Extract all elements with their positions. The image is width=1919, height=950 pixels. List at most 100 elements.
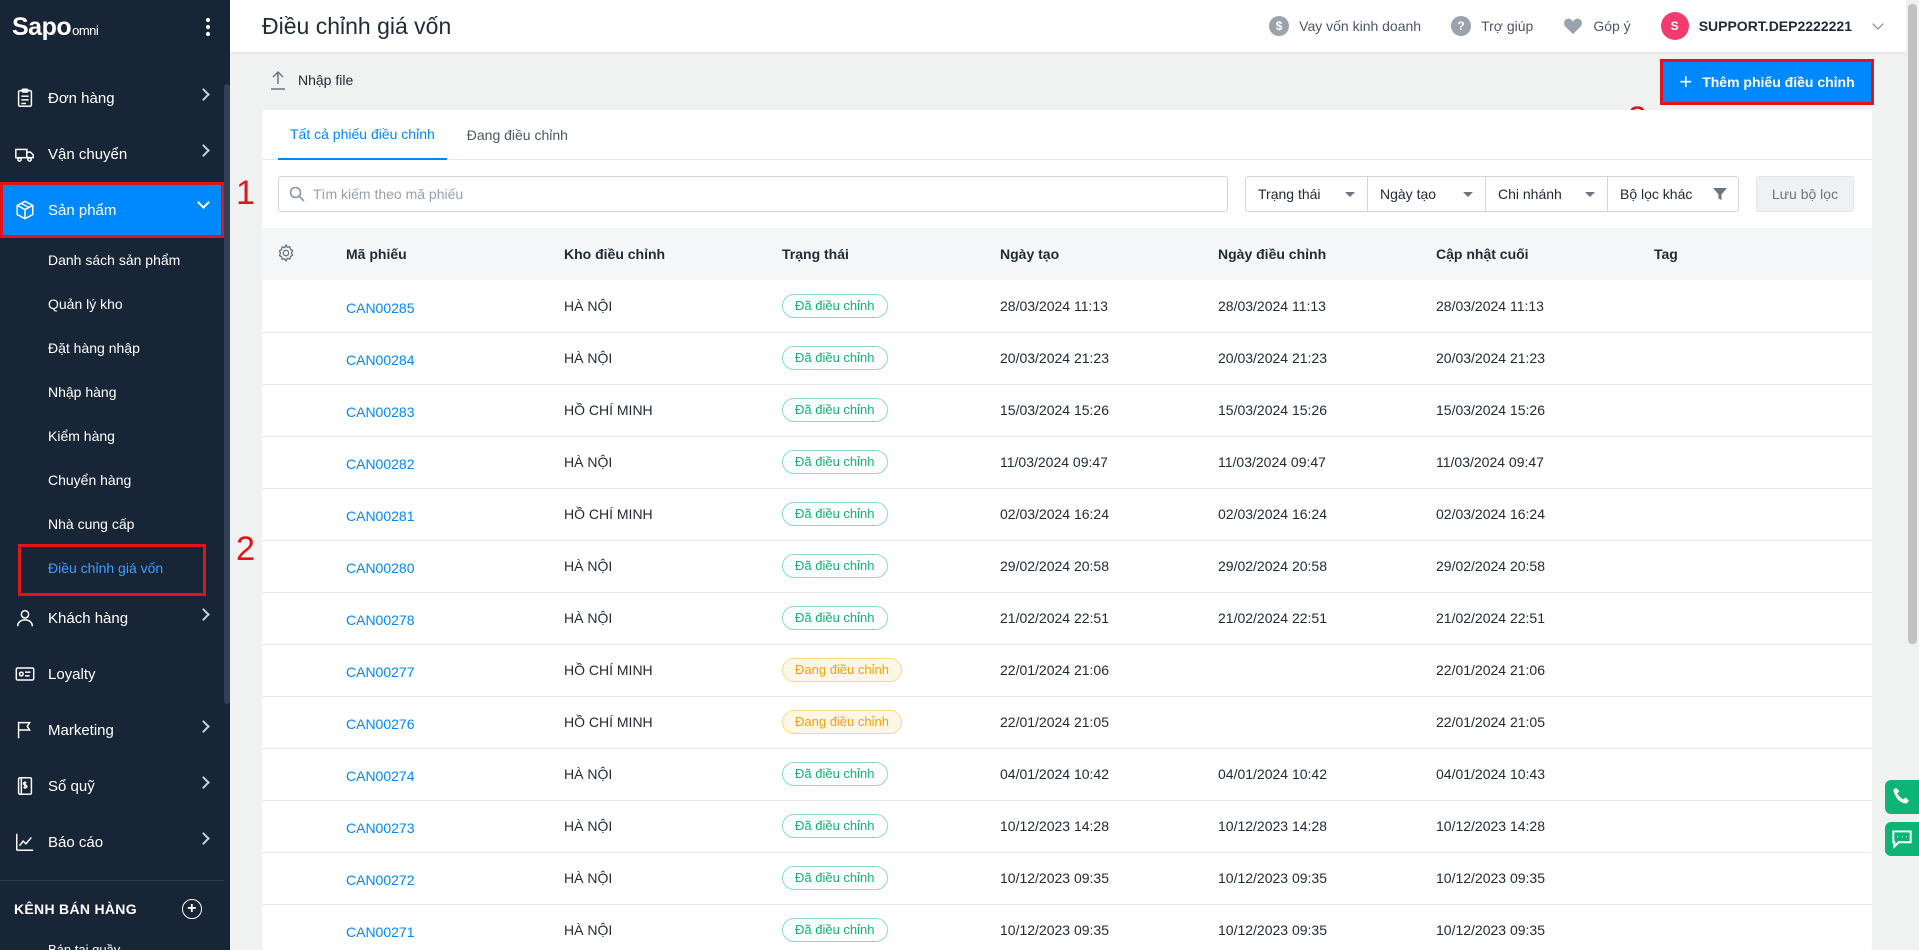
adjustment-code-link[interactable]: CAN00282 bbox=[346, 436, 564, 488]
business-loan-label: Vay vốn kinh doanh bbox=[1299, 18, 1422, 34]
adjustment-code-link[interactable]: CAN00284 bbox=[346, 332, 564, 384]
submenu-purchase-order[interactable]: Đặt hàng nhập bbox=[0, 326, 224, 370]
table-row[interactable]: CAN00285 HÀ NỘI Đã điều chỉnh 28/03/2024 11… bbox=[262, 280, 1872, 332]
tag-cell bbox=[1654, 436, 1872, 488]
table-row[interactable]: CAN00282 HÀ NỘI Đã điều chỉnh 11/03/2024 09… bbox=[262, 436, 1872, 488]
table-header: Mã phiếu Kho điều chỉnh Trạng thái Ngày … bbox=[262, 228, 1872, 280]
submenu-suppliers[interactable]: Nhà cung cấp bbox=[0, 502, 224, 546]
table-row[interactable]: CAN00276 HỒ CHÍ MINH Đang điều chỉnh 22/01/… bbox=[262, 696, 1872, 748]
save-filter-button[interactable]: Lưu bộ lọc bbox=[1756, 176, 1854, 212]
tab-adjusting[interactable]: Đang điều chỉnh bbox=[455, 110, 580, 160]
help-link[interactable]: ? Trợ giúp bbox=[1451, 16, 1533, 36]
submenu-product-list[interactable]: Danh sách sản phẩm bbox=[0, 238, 224, 282]
submenu-inventory[interactable]: Quản lý kho bbox=[0, 282, 224, 326]
table-row[interactable]: CAN00273 HÀ NỘI Đã điều chỉnh 10/12/2023 14… bbox=[262, 800, 1872, 852]
chevron-down-icon bbox=[197, 196, 210, 209]
page-scrollbar[interactable] bbox=[1908, 4, 1917, 644]
chat-button[interactable] bbox=[1885, 822, 1919, 856]
add-adjustment-button[interactable]: + Thêm phiếu điều chỉnh bbox=[1660, 59, 1874, 105]
adjustment-code-link[interactable]: CAN00280 bbox=[346, 540, 564, 592]
sidebar-item-marketing[interactable]: Marketing bbox=[0, 702, 224, 758]
sidebar-item-products[interactable]: Sản phẩm bbox=[0, 182, 224, 238]
user-menu[interactable]: S SUPPORT.DEP2222221 bbox=[1660, 12, 1884, 40]
adjustment-code-link[interactable]: CAN00283 bbox=[346, 384, 564, 436]
gear-icon[interactable] bbox=[276, 243, 296, 263]
chevron-right-icon bbox=[197, 776, 210, 789]
tab-all-adjustments[interactable]: Tất cả phiếu điều chỉnh bbox=[278, 110, 447, 160]
adjustment-code-link[interactable]: CAN00277 bbox=[346, 644, 564, 696]
sidebar: Sapoomni Đơn hàng Vận chuyển Sản phẩm Da… bbox=[0, 0, 230, 950]
status-badge: Đã điều chỉnh bbox=[782, 814, 888, 838]
tag-cell bbox=[1654, 904, 1872, 950]
phone-icon bbox=[1893, 787, 1909, 804]
adjustment-code-link[interactable]: CAN00272 bbox=[346, 852, 564, 904]
tag-cell bbox=[1654, 748, 1872, 800]
column-settings[interactable] bbox=[262, 228, 346, 280]
status-badge: Đã điều chỉnh bbox=[782, 398, 888, 422]
sapo-logo[interactable]: Sapoomni bbox=[12, 13, 99, 42]
status-cell: Đang điều chỉnh bbox=[782, 696, 1000, 748]
table-body: CAN00285 HÀ NỘI Đã điều chỉnh 28/03/2024 11… bbox=[262, 280, 1872, 950]
created-date-filter[interactable]: Ngày tạo bbox=[1368, 177, 1486, 211]
table-row[interactable]: CAN00272 HÀ NỘI Đã điều chỉnh 10/12/2023 09… bbox=[262, 852, 1872, 904]
box-icon bbox=[14, 199, 36, 221]
help-label: Trợ giúp bbox=[1481, 18, 1534, 34]
submenu-transfer[interactable]: Chuyển hàng bbox=[0, 458, 224, 502]
table-row[interactable]: CAN00277 HỒ CHÍ MINH Đang điều chỉnh 22/01/… bbox=[262, 644, 1872, 696]
adjustment-code-link[interactable]: CAN00276 bbox=[346, 696, 564, 748]
sidebar-item-cashbook[interactable]: Sổ quỹ bbox=[0, 758, 224, 814]
sidebar-item-orders[interactable]: Đơn hàng bbox=[0, 70, 224, 126]
call-button[interactable] bbox=[1885, 780, 1919, 814]
brand: Sapoomni bbox=[0, 0, 230, 54]
table-row[interactable]: CAN00283 HỒ CHÍ MINH Đã điều chỉnh 15/03/20… bbox=[262, 384, 1872, 436]
adjusted-date-cell: 20/03/2024 21:23 bbox=[1218, 350, 1327, 366]
business-loan-link[interactable]: $ Vay vốn kinh doanh bbox=[1269, 16, 1421, 36]
adjustment-code-link[interactable]: CAN00278 bbox=[346, 592, 564, 644]
more-menu-icon[interactable] bbox=[206, 18, 210, 36]
store-cell: HÀ NỘI bbox=[564, 350, 613, 366]
adjustment-code-link[interactable]: CAN00273 bbox=[346, 800, 564, 852]
branch-filter[interactable]: Chi nhánh bbox=[1486, 177, 1608, 211]
chart-icon bbox=[14, 831, 36, 853]
product-submenu: Danh sách sản phẩm Quản lý kho Đặt hàng … bbox=[0, 238, 224, 596]
adjustment-code-link[interactable]: CAN00274 bbox=[346, 748, 564, 800]
created-date-filter-label: Ngày tạo bbox=[1380, 186, 1437, 202]
search-input[interactable] bbox=[313, 186, 1213, 202]
import-file-button[interactable]: Nhập file bbox=[270, 70, 353, 90]
created-date-cell: 20/03/2024 21:23 bbox=[1000, 350, 1109, 366]
sidebar-scrollbar[interactable] bbox=[224, 84, 230, 704]
table-row[interactable]: CAN00281 HỒ CHÍ MINH Đã điều chỉnh 02/03/20… bbox=[262, 488, 1872, 540]
other-filters-button[interactable]: Bộ lọc khác bbox=[1608, 177, 1738, 211]
sidebar-item-shipping[interactable]: Vận chuyển bbox=[0, 126, 224, 182]
sidebar-item-reports[interactable]: Báo cáo bbox=[0, 814, 224, 870]
table-row[interactable]: CAN00271 HÀ NỘI Đã điều chỉnh 10/12/2023 09… bbox=[262, 904, 1872, 950]
adjustment-code-link[interactable]: CAN00281 bbox=[346, 488, 564, 540]
status-filter[interactable]: Trạng thái bbox=[1246, 177, 1368, 211]
table-row[interactable]: CAN00284 HÀ NỘI Đã điều chỉnh 20/03/2024 21… bbox=[262, 332, 1872, 384]
table-row[interactable]: CAN00280 HÀ NỘI Đã điều chỉnh 29/02/2024 20… bbox=[262, 540, 1872, 592]
chevron-down-icon bbox=[1872, 18, 1884, 30]
sidebar-item-customers[interactable]: Khách hàng bbox=[0, 590, 224, 646]
sidebar-item-loyalty[interactable]: Loyalty bbox=[0, 646, 224, 702]
import-file-label: Nhập file bbox=[298, 72, 354, 88]
sidebar-item-pos[interactable]: Bán tại quầy bbox=[0, 942, 224, 950]
store-cell: HỒ CHÍ MINH bbox=[564, 506, 653, 522]
status-badge: Đã điều chỉnh bbox=[782, 293, 888, 318]
table-row[interactable]: CAN00274 HÀ NỘI Đã điều chỉnh 04/01/2024 10… bbox=[262, 748, 1872, 800]
add-channel-icon[interactable]: + bbox=[182, 899, 202, 919]
feedback-link[interactable]: Góp ý bbox=[1563, 17, 1631, 35]
adjustment-code-link[interactable]: CAN00271 bbox=[346, 904, 564, 950]
user-name: SUPPORT.DEP2222221 bbox=[1698, 18, 1852, 34]
table-row[interactable]: CAN00278 HÀ NỘI Đã điều chỉnh 21/02/2024 22… bbox=[262, 592, 1872, 644]
row-spacer bbox=[262, 904, 346, 950]
chevron-right-icon bbox=[197, 608, 210, 621]
row-spacer bbox=[262, 384, 346, 436]
sidebar-item-label: Khách hàng bbox=[48, 609, 129, 627]
adjustment-code-link[interactable]: CAN00285 bbox=[346, 280, 564, 332]
submenu-receive-goods[interactable]: Nhập hàng bbox=[0, 370, 224, 414]
adjusted-date-cell: 04/01/2024 10:42 bbox=[1218, 766, 1327, 782]
submenu-stock-check[interactable]: Kiểm hàng bbox=[0, 414, 224, 458]
column-header: Ngày tạo bbox=[1000, 246, 1060, 262]
adjusted-date-cell bbox=[1218, 644, 1436, 696]
row-spacer bbox=[262, 644, 346, 696]
